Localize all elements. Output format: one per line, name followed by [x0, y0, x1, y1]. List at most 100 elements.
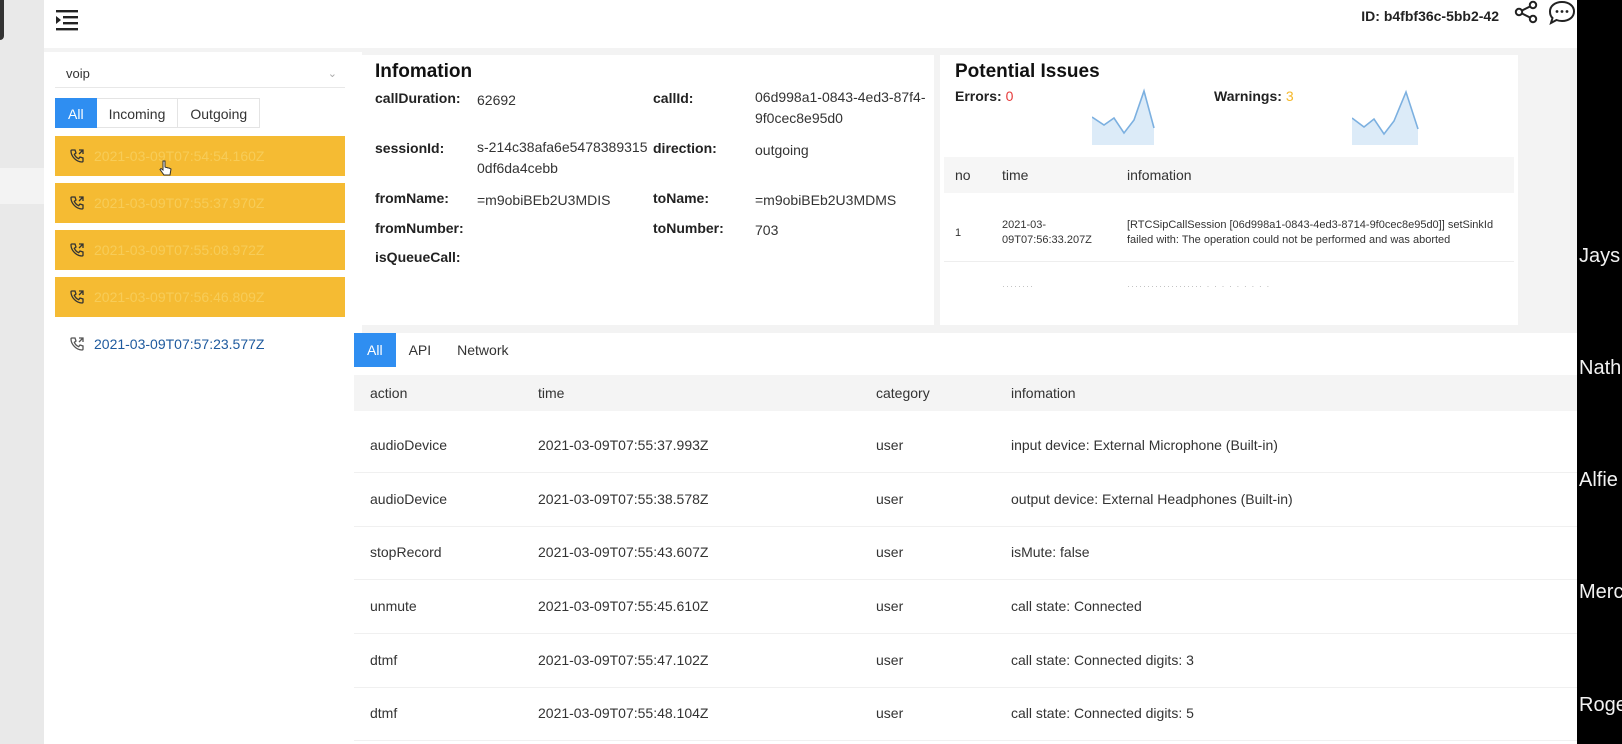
session-id-label: ID: b4fbf36c-5bb2-42 [1361, 8, 1499, 24]
cell-category: user [876, 652, 904, 668]
share-icon[interactable] [1513, 0, 1539, 24]
tab-all[interactable]: All [354, 333, 396, 367]
cell-time: 2021-03-09T07:55:45.610Z [538, 598, 709, 614]
table-row[interactable]: dtmf 2021-03-09T07:55:47.102Z user call … [354, 634, 1577, 688]
issues-col-information: infomation [1127, 167, 1192, 183]
call-id-label: callId: [653, 90, 694, 106]
cell-action: dtmf [370, 652, 398, 668]
menu-fold-icon[interactable] [52, 4, 82, 34]
app-window: ID: b4fbf36c-5bb2-42 voip ⌄ All Incoming… [44, 0, 1577, 744]
information-panel: Infomation callDuration: 62692 callId: 0… [362, 55, 934, 325]
cell-category: user [876, 437, 904, 453]
to-number-value: 703 [755, 222, 779, 238]
session-id-value-wrap: s-214c38afa6e54783893150df6da4cebb [477, 137, 649, 179]
outgoing-call-icon [70, 243, 84, 257]
issues-table-row: 1 2021-03- 09T07:56:33.207Z [RTCSipCallS… [944, 205, 1514, 262]
direction-label: direction: [653, 140, 717, 156]
outgoing-call-icon [70, 149, 84, 163]
cell-information: output device: External Headphones (Buil… [1011, 491, 1293, 507]
cell-information: input device: External Microphone (Built… [1011, 437, 1278, 453]
participant-name: Merc [1579, 581, 1622, 603]
direction-value-wrap: outgoing [755, 140, 809, 161]
participant-name-strip: Jays Nath Alfie Merc Roge [1577, 0, 1622, 744]
call-duration-field: callDuration: [375, 90, 461, 106]
to-name-field: toName: [653, 190, 709, 206]
call-list-item[interactable]: 2021-03-09T07:57:23.577Z [55, 324, 345, 364]
outgoing-call-icon [70, 290, 84, 304]
session-id-value: s-214c38afa6e54783893150df6da4cebb [477, 139, 648, 176]
chat-icon[interactable] [1547, 0, 1577, 26]
cell-time: 2021-03-09T07:55:38.578Z [538, 491, 709, 507]
to-name-value-wrap: =m9obiBEb2U3MDMS [755, 190, 896, 211]
call-type-select-value: voip [66, 66, 90, 81]
from-number-field: fromNumber: [375, 220, 464, 236]
errors-sparkline [1092, 88, 1155, 145]
cell-category: user [876, 598, 904, 614]
cell-time: 2021-03-09T07:55:48.104Z [538, 705, 709, 721]
filter-tab-all[interactable]: All [55, 98, 97, 128]
issue-no: 1 [955, 227, 962, 239]
outgoing-call-icon [70, 337, 84, 351]
cell-action: audioDevice [370, 437, 448, 453]
mouse-cursor-icon [159, 160, 172, 176]
faded-row-mark: ··················· · · · · · · · · · [1127, 281, 1271, 291]
from-name-label: fromName: [375, 190, 449, 206]
participant-name: Roge [1579, 694, 1622, 716]
direction-field: direction: [653, 140, 717, 156]
potential-issues-panel: Potential Issues Errors: 0 Warnings: 3 n… [940, 55, 1518, 325]
table-row[interactable]: audioDevice 2021-03-09T07:55:37.993Z use… [354, 419, 1577, 473]
table-row[interactable]: stopRecord 2021-03-09T07:55:43.607Z user… [354, 526, 1577, 580]
call-timestamp: 2021-03-09T07:55:37.970Z [94, 195, 265, 211]
outgoing-call-icon [70, 196, 84, 210]
from-name-value: =m9obiBEb2U3MDIS [477, 192, 611, 208]
cell-time: 2021-03-09T07:55:47.102Z [538, 652, 709, 668]
cell-action: dtmf [370, 705, 398, 721]
cell-information: call state: Connected [1011, 598, 1142, 614]
table-row[interactable]: audioDevice 2021-03-09T07:55:38.578Z use… [354, 473, 1577, 527]
errors-label: Errors: [955, 88, 1002, 104]
chevron-down-icon: ⌄ [327, 68, 337, 80]
information-title: Infomation [375, 61, 473, 82]
warnings-count: 3 [1285, 88, 1294, 104]
call-id-value-wrap: 06d998a1-0843-4ed3-87f4-9f0cec8e95d0 [755, 87, 931, 129]
call-timestamp: 2021-03-09T07:57:23.577Z [94, 336, 265, 352]
call-list-item[interactable]: 2021-03-09T07:55:08.972Z [55, 230, 345, 270]
left-strip [0, 0, 44, 744]
call-timestamp: 2021-03-09T07:55:08.972Z [94, 242, 265, 258]
call-list-item[interactable]: 2021-03-09T07:55:37.970Z [55, 183, 345, 223]
table-row[interactable]: dtmf 2021-03-09T07:55:48.104Z user call … [354, 687, 1577, 741]
call-sidebar: voip ⌄ All Incoming Outgoing 2021-03-09T… [44, 52, 362, 744]
tab-network[interactable]: Network [444, 333, 521, 367]
table-row[interactable]: unmute 2021-03-09T07:55:45.610Z user cal… [354, 580, 1577, 634]
call-id-field: callId: [653, 90, 693, 106]
window-edge [0, 0, 4, 40]
col-category: category [876, 385, 930, 401]
call-list: 2021-03-09T07:54:54.160Z 2021-03-09T07:5… [55, 136, 345, 371]
participant-name: Nath [1579, 357, 1622, 379]
from-number-label: fromNumber: [375, 220, 464, 236]
cell-category: user [876, 705, 904, 721]
call-type-select[interactable]: voip ⌄ [55, 60, 345, 88]
issues-table-header: no time infomation [944, 157, 1514, 193]
filter-tab-incoming[interactable]: Incoming [96, 98, 179, 128]
top-bar: ID: b4fbf36c-5bb2-42 [44, 0, 1577, 48]
cell-information: isMute: false [1011, 544, 1090, 560]
call-list-item[interactable]: 2021-03-09T07:56:46.809Z [55, 277, 345, 317]
issue-info-line1: [RTCSipCallSession [06d998a1-0843-4ed3-8… [1127, 219, 1494, 231]
filter-tab-outgoing[interactable]: Outgoing [178, 98, 261, 128]
col-information: infomation [1011, 385, 1076, 401]
issue-info-line2: failed with: The operation could not be … [1127, 234, 1451, 246]
call-duration-value-wrap: 62692 [477, 90, 516, 111]
participant-name: Jays [1579, 245, 1621, 267]
col-time: time [538, 385, 565, 401]
faded-row-mark: ········ [1002, 281, 1034, 291]
issues-col-time: time [1002, 167, 1029, 183]
errors-count: 0 [1005, 88, 1014, 104]
session-id-field-label: sessionId: [375, 140, 445, 156]
call-list-item[interactable]: 2021-03-09T07:54:54.160Z [55, 136, 345, 176]
session-id-field: sessionId: [375, 140, 444, 156]
from-name-field: fromName: [375, 190, 449, 206]
warnings-stat: Warnings: 3 [1214, 88, 1294, 104]
tab-api[interactable]: API [396, 333, 445, 367]
col-action: action [370, 385, 408, 401]
